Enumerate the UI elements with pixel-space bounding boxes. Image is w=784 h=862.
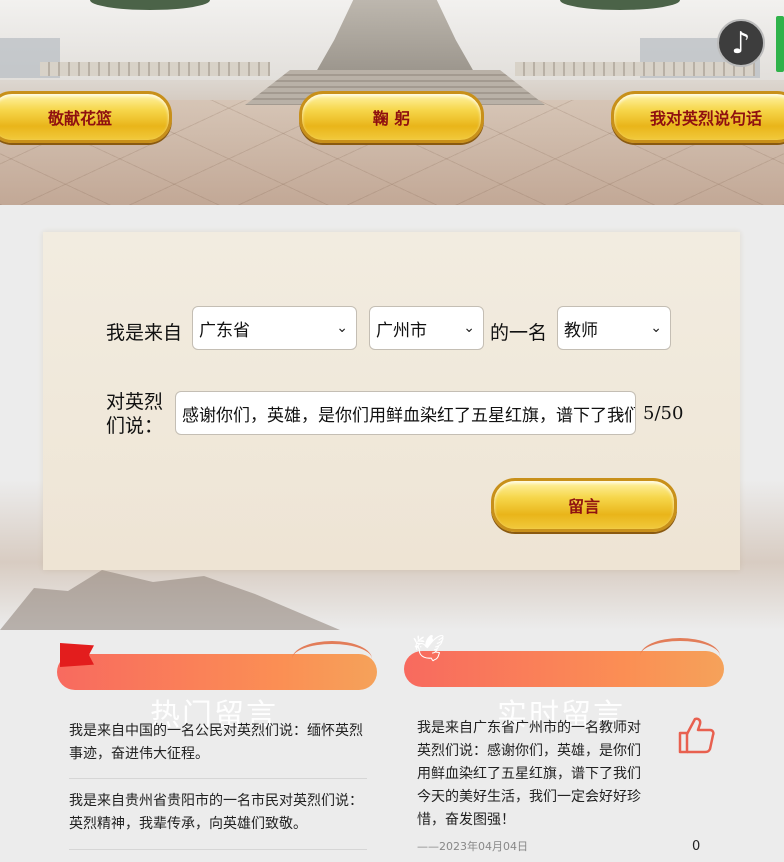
chevron-down-icon: ⌄ xyxy=(650,320,662,336)
say-label: 对英烈们说： xyxy=(106,391,164,437)
scrollbar-thumb[interactable] xyxy=(776,16,784,72)
divider xyxy=(69,849,367,850)
province-value: 广东省 xyxy=(199,320,250,341)
character-counter: 5/50 xyxy=(643,403,684,424)
live-message-item: 我是来自广东省广州市的一名教师对英烈们说：感谢你们，英雄，是你们用鲜血染红了五星… xyxy=(417,720,641,828)
music-note-icon[interactable]: ♪ xyxy=(717,19,765,67)
divider xyxy=(69,778,367,779)
role-select[interactable]: 教师 ⌄ xyxy=(557,306,671,350)
like-count: 0 xyxy=(692,839,701,854)
present-basket-button[interactable]: 敬献花篮 xyxy=(0,91,172,143)
city-value: 广州市 xyxy=(376,320,427,341)
thumbs-up-icon[interactable] xyxy=(677,715,715,755)
message-value: 感谢你们，英雄，是你们用鲜血染红了五星红旗，谱下了我们今天的美好生活，我们一定会… xyxy=(182,405,635,426)
leaf-decoration xyxy=(292,641,372,677)
role-value: 教师 xyxy=(564,320,598,341)
submit-message-button[interactable]: 留言 xyxy=(491,478,677,532)
railing xyxy=(40,62,270,76)
message-date: ——2023年04月04日 xyxy=(417,840,528,853)
bow-button[interactable]: 鞠 躬 xyxy=(299,91,484,143)
chevron-down-icon: ⌄ xyxy=(615,405,627,421)
say-something-button[interactable]: 我对英烈说句话 xyxy=(611,91,784,143)
hot-message-item: 我是来自贵州省贵阳市的一名市民对英烈们说：英烈精神，我辈传承，向英雄们致敬。 xyxy=(69,793,363,832)
dove-icon: 🕊 xyxy=(412,634,446,664)
railing xyxy=(515,62,755,76)
form-prefix-label: 我是来自 xyxy=(106,322,183,344)
form-middle-label: 的一名 xyxy=(490,322,548,344)
chevron-down-icon: ⌄ xyxy=(463,320,475,336)
message-select[interactable]: 感谢你们，英雄，是你们用鲜血染红了五星红旗，谱下了我们今天的美好生活，我们一定会… xyxy=(175,391,636,435)
hot-message-item: 我是来自中国的一名公民对英烈们说：缅怀英烈事迹，奋进伟大征程。 xyxy=(69,723,363,762)
province-select[interactable]: 广东省 ⌄ xyxy=(192,306,357,350)
chevron-down-icon: ⌄ xyxy=(336,320,348,336)
leaf-decoration xyxy=(640,638,720,674)
city-select[interactable]: 广州市 ⌄ xyxy=(369,306,484,350)
